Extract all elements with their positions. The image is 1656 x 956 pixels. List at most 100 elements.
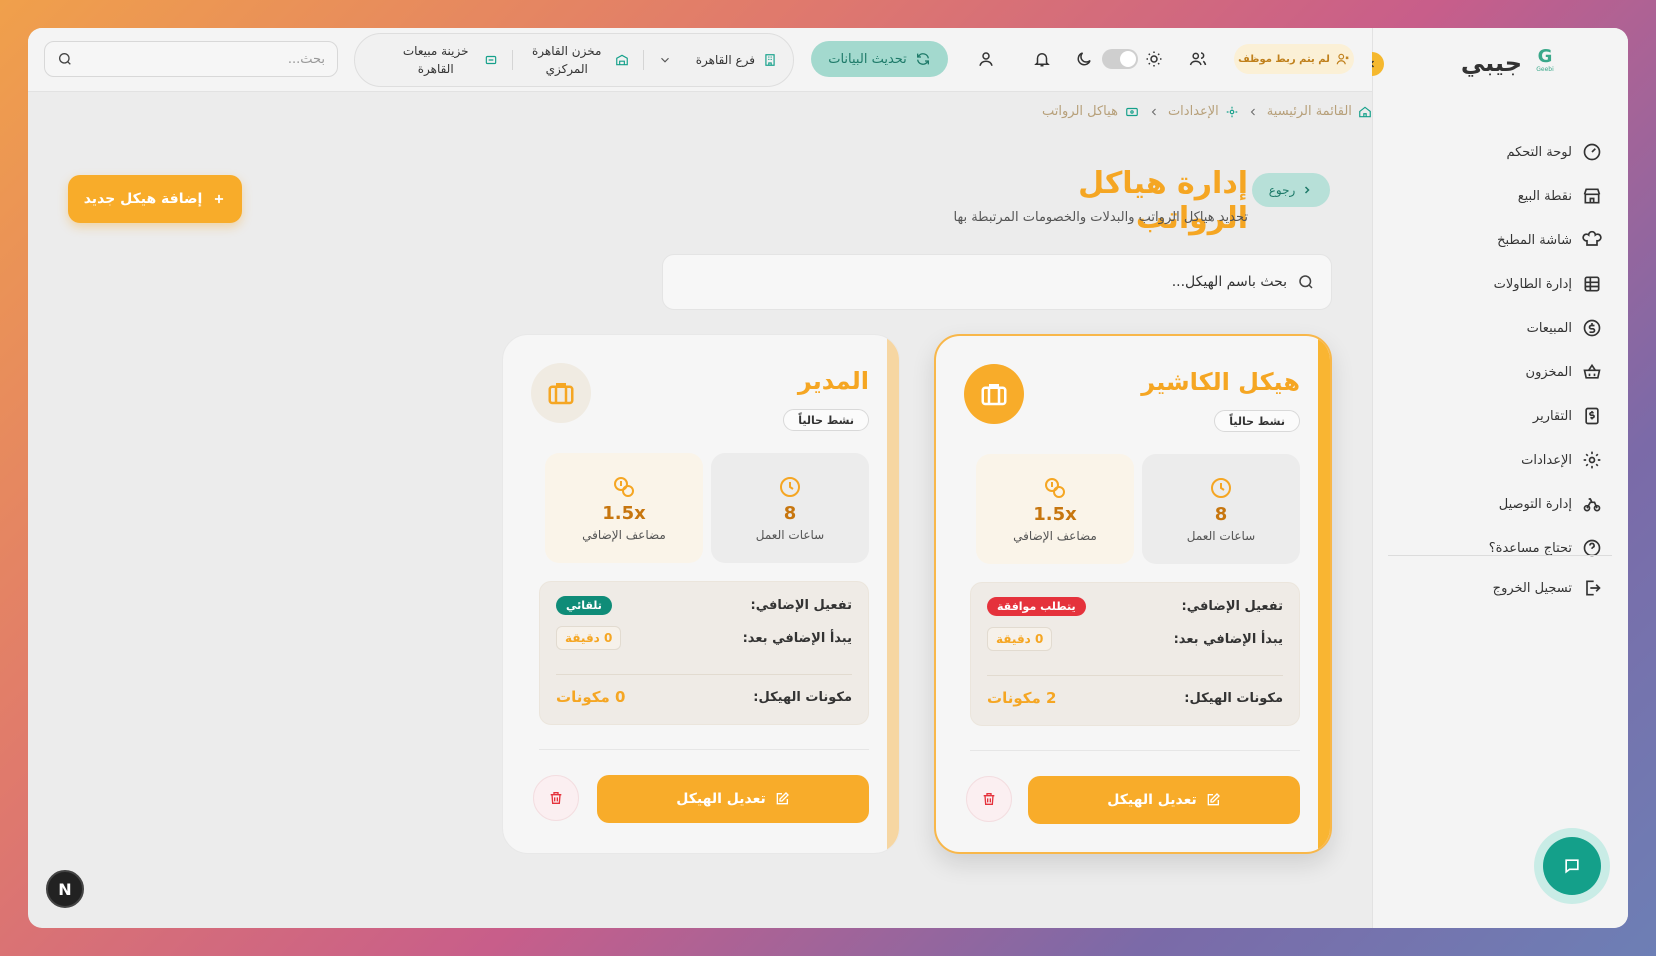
app-window: G Geebi جيبي لوحة التحكم نقطة البيع شاشة… <box>28 28 1628 928</box>
components-count: 0 مكونات <box>556 688 626 706</box>
page-title: إدارة هياكل الرواتب <box>1078 166 1248 236</box>
back-button[interactable]: رجوع <box>1252 173 1330 207</box>
sidebar-divider <box>1388 555 1612 556</box>
notifications-button[interactable] <box>1030 47 1054 71</box>
status-badge: نشط حالياً <box>1214 410 1300 432</box>
users-icon <box>1189 52 1207 66</box>
breadcrumb: القائمة الرئيسية الإعدادات هياكل الرواتب <box>1042 104 1372 119</box>
report-dollar-icon <box>1585 407 1599 425</box>
refresh-icon <box>916 53 929 65</box>
brand[interactable]: G Geebi جيبي <box>1461 48 1558 78</box>
user-icon <box>979 52 993 66</box>
users-button[interactable] <box>1186 47 1210 71</box>
sidebar: G Geebi جيبي لوحة التحكم نقطة البيع شاشة… <box>1360 28 1628 928</box>
components-count: 2 مكونات <box>987 689 1057 707</box>
search-icon <box>1299 275 1313 289</box>
bell-icon <box>1034 53 1050 67</box>
search-icon <box>58 53 71 65</box>
sidebar-item-delivery[interactable]: إدارة التوصيل <box>1392 482 1602 526</box>
clock-icon <box>780 476 800 497</box>
structure-details: تفعيل الإضافي: يتطلب موافقة يبدأ الإضافي… <box>970 582 1300 726</box>
sidebar-item-dashboard[interactable]: لوحة التحكم <box>1392 130 1602 174</box>
structure-search-input[interactable]: بحث باسم الهيكل... <box>662 254 1332 310</box>
sidebar-item-settings[interactable]: الإعدادات <box>1392 438 1602 482</box>
trash-icon <box>550 792 562 804</box>
store-icon <box>1583 188 1601 204</box>
divider <box>642 50 644 70</box>
briefcase-icon <box>964 364 1024 424</box>
overtime-mode-badge: تلقائي <box>556 596 612 615</box>
top-bar: بحث... فرع القاهرة مخزن القاهرة المركزي … <box>28 28 1372 92</box>
divider <box>511 50 513 70</box>
sidebar-item-help[interactable]: تحتاج مساعدة؟ <box>1392 526 1602 570</box>
dark-mode-button[interactable] <box>1072 47 1096 71</box>
work-hours-stat: 8 ساعات العمل <box>1142 454 1300 564</box>
chat-fab-button[interactable] <box>1534 828 1610 904</box>
structure-name: المدير <box>797 367 869 395</box>
status-badge: نشط حالياً <box>783 409 869 431</box>
moon-icon <box>1077 52 1091 66</box>
chef-hat-icon <box>1582 230 1602 246</box>
building-icon <box>765 54 775 66</box>
card-accent-stripe <box>887 335 899 853</box>
sidebar-item-tables[interactable]: إدارة الطاولات <box>1392 262 1602 306</box>
user-x-icon <box>1336 53 1349 65</box>
refresh-data-button[interactable]: تحديث البيانات <box>811 41 948 77</box>
edit-icon <box>1207 793 1220 806</box>
dev-tools-badge[interactable]: N <box>46 870 84 908</box>
edit-structure-button[interactable]: تعديل الهيكل <box>1028 776 1300 824</box>
chevron-right-icon <box>1305 186 1310 194</box>
coins-icon <box>1045 477 1065 498</box>
clock-icon <box>1211 477 1231 498</box>
light-mode-button[interactable] <box>1142 47 1166 71</box>
banknote-icon <box>1126 107 1138 116</box>
chat-icon <box>1565 859 1579 874</box>
table-icon <box>1584 276 1600 292</box>
breadcrumb-settings[interactable]: الإعدادات <box>1168 104 1239 119</box>
basket-icon <box>1583 363 1601 379</box>
work-hours-stat: 8 ساعات العمل <box>711 453 869 563</box>
sidebar-item-kitchen[interactable]: شاشة المطبخ <box>1392 218 1602 262</box>
sidebar-item-inventory[interactable]: المخزون <box>1392 350 1602 394</box>
theme-toggle[interactable] <box>1102 49 1138 69</box>
sidebar-item-sales[interactable]: المبيعات <box>1392 306 1602 350</box>
overtime-multiplier-stat: 1.5x مضاعف الإضافي <box>545 453 703 563</box>
branch-select[interactable]: فرع القاهرة <box>658 53 777 67</box>
trash-icon <box>983 793 995 805</box>
breadcrumb-home[interactable]: القائمة الرئيسية <box>1267 104 1372 119</box>
plus-icon <box>215 194 224 204</box>
treasury-select[interactable]: خزينة مبيعات القاهرة <box>396 42 498 78</box>
bike-icon <box>1583 498 1601 512</box>
sidebar-item-reports[interactable]: التقارير <box>1392 394 1602 438</box>
top-search-input[interactable]: بحث... <box>44 41 338 77</box>
brand-logo: G Geebi <box>1536 46 1554 74</box>
overtime-mode-badge: يتطلب موافقة <box>987 597 1086 616</box>
sidebar-item-pos[interactable]: نقطة البيع <box>1392 174 1602 218</box>
overtime-start-value: 0 دقيقة <box>556 626 622 650</box>
branch-selector[interactable]: فرع القاهرة مخزن القاهرة المركزي خزينة م… <box>354 33 794 87</box>
logout-button[interactable]: تسجيل الخروج <box>1493 578 1602 598</box>
gear-icon <box>1583 451 1601 469</box>
edit-icon <box>776 792 789 805</box>
chevron-left-icon <box>1151 108 1156 115</box>
page-subtitle: تحديد هياكل الرواتب والبدلات والخصومات ا… <box>953 210 1248 225</box>
add-structure-button[interactable]: إضافة هيكل جديد <box>68 175 242 223</box>
delete-structure-button[interactable] <box>533 775 579 821</box>
profile-button[interactable] <box>974 47 998 71</box>
cash-box-icon <box>485 55 496 65</box>
salary-structure-card[interactable]: هيكل الكاشير نشط حالياً 8 ساعات العمل 1.… <box>934 334 1332 854</box>
chevron-down-icon <box>660 57 669 63</box>
structure-details: تفعيل الإضافي: تلقائي يبدأ الإضافي بعد: … <box>539 581 869 725</box>
brand-name: جيبي <box>1460 49 1522 77</box>
overtime-multiplier-stat: 1.5x مضاعف الإضافي <box>976 454 1134 564</box>
card-accent-stripe <box>1318 336 1330 852</box>
edit-structure-button[interactable]: تعديل الهيكل <box>597 775 869 823</box>
delete-structure-button[interactable] <box>966 776 1012 822</box>
overtime-start-value: 0 دقيقة <box>987 627 1053 651</box>
structure-name: هيكل الكاشير <box>1141 368 1300 396</box>
coins-icon <box>614 476 634 497</box>
warehouse-select[interactable]: مخزن القاهرة المركزي <box>527 42 629 78</box>
gear-icon <box>1226 106 1238 117</box>
staff-link-badge[interactable]: لم يتم ربط موظف <box>1234 44 1354 74</box>
salary-structure-card[interactable]: المدير نشط حالياً 8 ساعات العمل 1.5x مضا… <box>502 334 900 854</box>
